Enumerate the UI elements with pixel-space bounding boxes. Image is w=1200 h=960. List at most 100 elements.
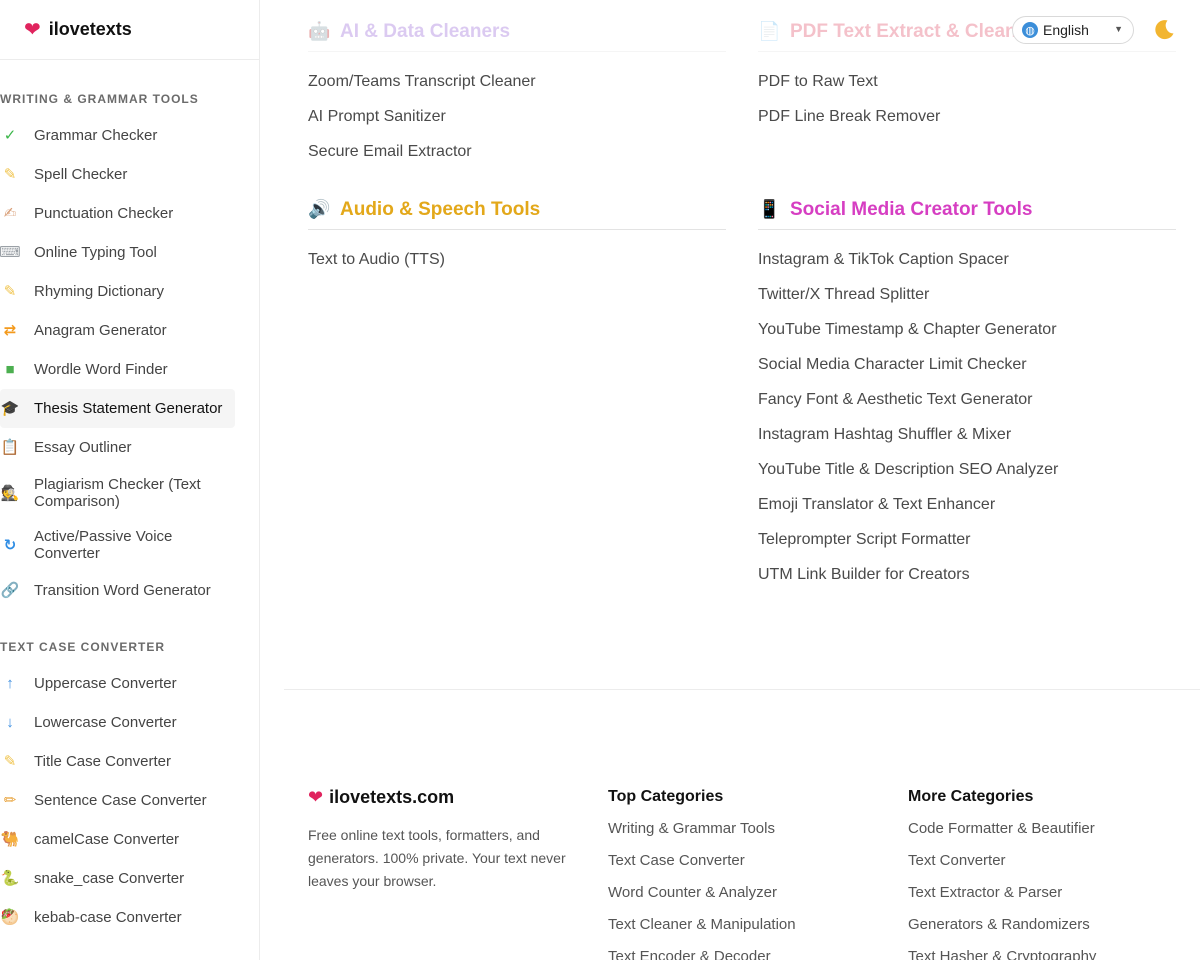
keyboard-icon: ⌨ [0,244,21,261]
robot-icon: 🤖 [308,21,331,41]
category-links: Instagram & TikTok Caption Spacer Twitter… [758,230,1176,592]
tool-link[interactable]: Teleprompter Script Formatter [758,522,1176,557]
category-links-pdf: PDF to Raw Text PDF Line Break Remover [758,64,1176,134]
category-title[interactable]: 📱 Social Media Creator Tools [758,190,1176,230]
tool-link[interactable]: Secure Email Extractor [308,134,726,169]
tool-link[interactable]: UTM Link Builder for Creators [758,557,1176,592]
sidebar-item-uppercase-converter[interactable]: ↑ Uppercase Converter [0,664,235,703]
shuffle-icon: ⇄ [3,322,17,339]
footer-link[interactable]: Generators & Randomizers [908,916,1096,948]
page-icon: 📄 [758,21,781,41]
category-name: PDF Text Extract & Clean [790,20,1017,42]
sidebar-item-label: Plagiarism Checker (Text Comparison) [34,476,201,510]
category-links: Text to Audio (TTS) [308,230,726,277]
tool-link[interactable]: Instagram Hashtag Shuffler & Mixer [758,417,1176,452]
footer-more-categories: More Categories Code Formatter & Beautif… [908,784,1096,960]
sidebar-item-online-typing-tool[interactable]: ⌨ Online Typing Tool [0,233,235,272]
sidebar-item-label: Active/Passive Voice Converter [34,528,173,562]
theme-toggle-button[interactable] [1150,16,1178,44]
category-title[interactable]: 🔊 Audio & Speech Tools [308,190,726,230]
footer-links: Writing & Grammar Tools Text Case Convert… [608,820,796,960]
sidebar-item-essay-outliner[interactable]: 📋 Essay Outliner [0,428,235,467]
language-value: English [1043,22,1089,38]
category-name: AI & Data Cleaners [340,20,511,42]
tool-link[interactable]: YouTube Timestamp & Chapter Generator [758,312,1176,347]
category-social-media: 📱 Social Media Creator Tools Instagram &… [758,190,1176,592]
heart-icon: ❤ [24,18,41,41]
mobile-phone-icon: 📱 [758,199,781,219]
sidebar-list: ↑ Uppercase Converter ↓ Lowercase Converter… [0,664,259,937]
heart-icon: ❤ [308,786,324,807]
sidebar-item-grammar-checker[interactable]: ✓ Grammar Checker [0,116,235,155]
memo-icon: ✎ [3,753,17,770]
sidebar-item-label: Uppercase Converter [34,675,177,692]
tool-link[interactable]: Social Media Character Limit Checker [758,347,1176,382]
tool-link[interactable]: Text to Audio (TTS) [308,242,726,277]
sidebar-item-active-passive-voice-converter[interactable]: ↻ Active/Passive Voice Converter [0,519,235,571]
sidebar-heading: TEXT CASE CONVERTER [0,640,166,654]
footer-link[interactable]: Text Hasher & Cryptography [908,948,1096,960]
tool-link[interactable]: AI Prompt Sanitizer [308,99,726,134]
clipboard-icon: 📋 [0,439,20,456]
sidebar-item-kebab-case-converter[interactable]: 🥙 kebab-case Converter [0,898,235,937]
footer-link[interactable]: Text Cleaner & Manipulation [608,916,796,948]
sidebar-item-label: Transition Word Generator [34,582,211,599]
footer-brand[interactable]: ❤ ilovetexts.com [308,784,578,810]
sidebar-item-label: Anagram Generator [34,322,167,339]
sidebar-item-label: Sentence Case Converter [34,792,207,809]
sidebar-item-snake-case-converter[interactable]: 🐍 snake_case Converter [0,859,235,898]
sidebar: ❤ ilovetexts WRITING & GRAMMAR TOOLS ✓ Gr… [0,0,260,960]
footer-heading: Top Categories [608,788,724,805]
camel-icon: 🐫 [0,831,20,848]
footer-links: Code Formatter & Beautifier Text Converte… [908,820,1096,960]
globe-icon: ◍ [1022,22,1038,38]
sidebar-item-camelcase-converter[interactable]: 🐫 camelCase Converter [0,820,235,859]
tool-link[interactable]: Fancy Font & Aesthetic Text Generator [758,382,1176,417]
category-title[interactable]: 🤖 AI & Data Cleaners [308,12,726,52]
sidebar-item-label: kebab-case Converter [34,909,182,926]
sidebar-list: ✓ Grammar Checker ✎ Spell Checker ✍ Punctuati… [0,116,259,610]
brand-name: ilovetexts [48,19,132,39]
footer-heading: More Categories [908,788,1034,805]
kebab-icon: 🥙 [0,909,20,926]
sidebar-item-sentence-case-converter[interactable]: ✏ Sentence Case Converter [0,781,235,820]
sidebar-item-label: Lowercase Converter [34,714,177,731]
sidebar-item-spell-checker[interactable]: ✎ Spell Checker [0,155,235,194]
footer-description: Free online text tools, formatters, and … [308,827,566,889]
sidebar-item-thesis-statement-generator[interactable]: 🎓 Thesis Statement Generator [0,389,235,428]
tool-link[interactable]: Instagram & TikTok Caption Spacer [758,242,1176,277]
snake-icon: 🐍 [0,870,20,887]
footer-link[interactable]: Word Counter & Analyzer [608,884,796,916]
sidebar-item-label: Wordle Word Finder [34,361,168,378]
tool-link[interactable]: PDF to Raw Text [758,64,1176,99]
sidebar-item-plagiarism-checker-text-comparison[interactable]: 🕵 Plagiarism Checker (Text Comparison) [0,467,235,519]
language-select[interactable]: ◍ English ▼ [1012,16,1134,44]
graduation-cap-icon: 🎓 [0,400,20,417]
sidebar-item-anagram-generator[interactable]: ⇄ Anagram Generator [0,311,235,350]
tool-link[interactable]: Twitter/X Thread Splitter [758,277,1176,312]
speaker-icon: 🔊 [308,199,331,219]
sidebar-item-punctuation-checker[interactable]: ✍ Punctuation Checker [0,194,235,233]
tool-link[interactable]: PDF Line Break Remover [758,99,1176,134]
sidebar-item-wordle-word-finder[interactable]: ■ Wordle Word Finder [0,350,235,389]
footer-link[interactable]: Text Encoder & Decoder [608,948,796,960]
sidebar-item-title-case-converter[interactable]: ✎ Title Case Converter [0,742,235,781]
footer-link[interactable]: Text Extractor & Parser [908,884,1096,916]
moon-icon [1155,20,1174,40]
sidebar-item-rhyming-dictionary[interactable]: ✎ Rhyming Dictionary [0,272,235,311]
brand-header[interactable]: ❤ ilovetexts [0,0,259,60]
footer-link[interactable]: Text Converter [908,852,1096,884]
footer-link[interactable]: Writing & Grammar Tools [608,820,796,852]
sidebar-item-label: snake_case Converter [34,870,185,887]
sidebar-item-transition-word-generator[interactable]: 🔗 Transition Word Generator [0,571,235,610]
tool-link[interactable]: Zoom/Teams Transcript Cleaner [308,64,726,99]
tool-link[interactable]: YouTube Title & Description SEO Analyzer [758,452,1176,487]
footer-link[interactable]: Text Case Converter [608,852,796,884]
sidebar-section-writing: WRITING & GRAMMAR TOOLS ✓ Grammar Checker… [0,60,259,610]
tool-link[interactable]: Emoji Translator & Text Enhancer [758,487,1176,522]
sidebar-item-lowercase-converter[interactable]: ↓ Lowercase Converter [0,703,235,742]
sidebar-heading: WRITING & GRAMMAR TOOLS [0,92,199,106]
refresh-icon: ↻ [3,536,17,554]
footer-link[interactable]: Code Formatter & Beautifier [908,820,1096,852]
footer-top-categories: Top Categories Writing & Grammar Tools Te… [608,784,796,960]
